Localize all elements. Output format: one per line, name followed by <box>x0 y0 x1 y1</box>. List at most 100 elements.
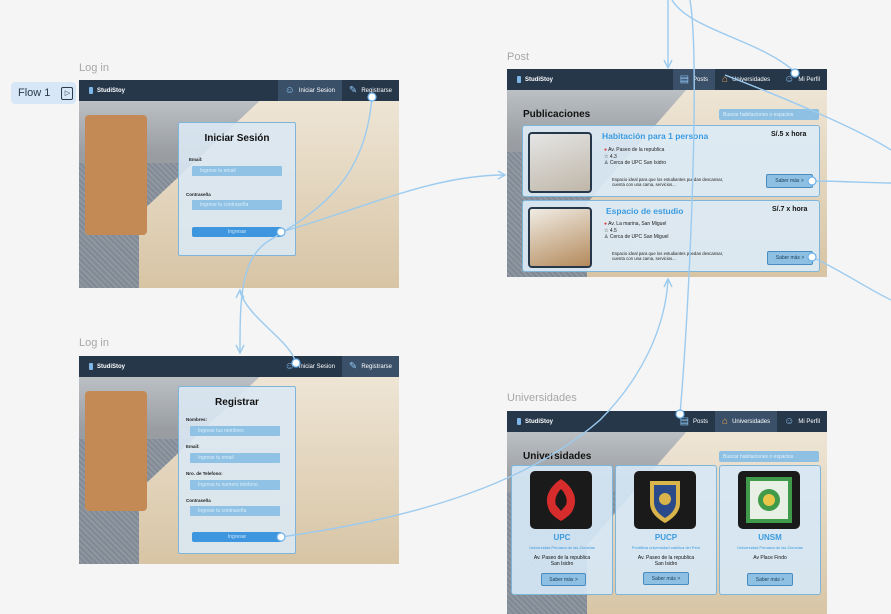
nav-register-label: Registrarse <box>361 363 392 370</box>
connector-line <box>239 291 297 364</box>
password-field[interactable]: Ingrese tu contraseña <box>190 506 280 516</box>
chair-image <box>85 391 147 511</box>
post-title[interactable]: Espacio de estudio <box>606 206 683 216</box>
register-icon: ✎ <box>348 84 358 96</box>
login-card: Iniciar Sesión Email: Ingrese tu email C… <box>178 122 296 256</box>
play-frame-icon: ▷ <box>61 86 74 100</box>
search-input[interactable]: Buscar habitaciones o espacios <box>719 109 819 120</box>
university-card[interactable]: UPC Universidad Peruana de las Ciencias … <box>511 465 613 595</box>
nav-profile[interactable]: ☺ Mi Perfil <box>777 411 827 432</box>
universities-title: Universidades <box>523 451 592 462</box>
search-input[interactable]: Buscar habitaciones o espacios <box>719 451 819 462</box>
post-more-button[interactable]: Saber más > <box>767 251 813 265</box>
main-navbar: StudiStoy ▤ Posts ⌂ Universidades ☺ Mi Perf… <box>507 69 827 90</box>
connector-line <box>671 0 796 73</box>
user-icon: ☺ <box>284 360 295 372</box>
arrow-head <box>663 277 673 288</box>
upc-logo-icon <box>530 471 592 529</box>
password-placeholder: Ingrese tu contraseña <box>198 508 247 514</box>
brand[interactable]: StudiStoy <box>517 76 553 83</box>
post-address: Av. Paseo de la republica <box>608 147 665 153</box>
university-card[interactable]: UNSM Universidad Peruana de las Ciencias… <box>719 465 821 595</box>
nav-profile[interactable]: ☺ Mi Perfil <box>777 69 827 90</box>
university-more-button[interactable]: Saber más > <box>541 573 586 586</box>
brand[interactable]: StudiStoy <box>517 418 553 425</box>
frame-label-universities: Universidades <box>507 392 577 404</box>
university-more-button[interactable]: Saber más > <box>643 572 689 585</box>
university-address: Av. Paseo de la republica San Isidro <box>512 555 612 567</box>
register-submit-button[interactable]: Ingresar <box>192 532 282 542</box>
post-price: S/.5 x hora <box>771 131 807 138</box>
arrow-head <box>235 344 245 355</box>
email-label: Email: <box>186 444 200 449</box>
user-icon: ☺ <box>784 415 795 427</box>
university-full-name: Pontificia universidad católica del Perú <box>631 545 701 550</box>
post-title[interactable]: Habitación para 1 persona <box>602 131 708 141</box>
brand[interactable]: StudiStoy <box>89 87 125 94</box>
post-card[interactable]: Espacio de estudio S/.7 x hora ● Av. La … <box>522 200 820 272</box>
search-placeholder: Buscar habitaciones o espacios <box>723 111 794 118</box>
university-full-name: Universidad Peruana de las Ciencias <box>737 545 803 550</box>
brand-logo-icon <box>89 363 93 370</box>
password-field[interactable]: Ingrese tu contraseña <box>192 200 282 210</box>
phone-placeholder: Ingresa tu numero telefono <box>198 482 258 488</box>
post-thumbnail <box>528 132 592 193</box>
post-price: S/.7 x hora <box>772 206 808 213</box>
login-submit-button[interactable]: Ingresar <box>192 227 282 237</box>
brand-logo-icon <box>517 76 521 83</box>
flow-start-tag[interactable]: Flow 1 ▷ <box>11 82 76 104</box>
post-near: Cerca de UPC San Isidro <box>609 160 667 166</box>
university-short-name[interactable]: UPC <box>512 533 612 542</box>
university-more-button[interactable]: Saber más > <box>747 573 793 586</box>
post-more-button[interactable]: Saber más > <box>766 174 813 188</box>
nav-posts[interactable]: ▤ Posts <box>672 69 716 90</box>
university-address: Av. Paseo de la republica San Isidro <box>616 555 716 567</box>
unsm-logo-icon <box>738 471 800 529</box>
unsm-logo-icon <box>738 471 800 529</box>
auth-navbar: StudiStoy ☺ Iniciar Sesion ✎ Registrarse <box>79 80 399 101</box>
nav-profile-label: Mi Perfil <box>798 76 820 83</box>
nav-login[interactable]: ☺ Iniciar Sesion <box>278 356 342 377</box>
arrow-head <box>663 59 673 70</box>
posts-icon: ▤ <box>679 415 690 427</box>
universities-frame: StudiStoy ▤ Posts ⌂ Universidades ☺ Mi Perf… <box>507 411 827 614</box>
university-short-name[interactable]: PUCP <box>616 533 716 542</box>
brand-logo-icon <box>89 87 93 94</box>
post-card[interactable]: Habitación para 1 persona S/.5 x hora ● … <box>522 125 820 197</box>
nav-universities[interactable]: ⌂ Universidades <box>715 411 778 432</box>
post-info: ● Av. Paseo de la republica ☆ 4.3 ♙ Cerc… <box>604 147 666 167</box>
name-label: Nombres: <box>186 417 208 422</box>
brand[interactable]: StudiStoy <box>89 363 125 370</box>
email-field[interactable]: Ingrese tu email <box>192 166 282 176</box>
post-rating: 4.3 <box>609 153 617 160</box>
nav-register[interactable]: ✎ Registrarse <box>341 356 399 377</box>
pucp-logo-icon <box>634 471 696 529</box>
nav-profile-label: Mi Perfil <box>798 418 820 425</box>
register-card: Registrar Nombres: Ingrese tus nombres E… <box>178 386 296 554</box>
flow-label: Flow 1 <box>18 87 51 99</box>
email-placeholder: Ingrese tu email <box>200 168 236 174</box>
address-line1: Av Place Findo <box>753 555 787 561</box>
posts-title: Publicaciones <box>523 109 591 120</box>
brand-name: StudiStoy <box>97 87 125 94</box>
arrow-head <box>235 288 245 299</box>
university-address: Av Place Findo <box>720 555 820 561</box>
nav-login[interactable]: ☺ Iniciar Sesion <box>277 80 342 101</box>
upc-logo-icon <box>530 471 592 529</box>
email-label: Email: <box>189 157 203 162</box>
frame-label-register: Log in <box>79 337 109 349</box>
post-description: Espacio ideal para que los estudiantes p… <box>612 251 724 261</box>
university-short-name[interactable]: UNSM <box>720 533 820 542</box>
university-card[interactable]: PUCP Pontificia universidad católica del… <box>615 465 717 595</box>
email-field[interactable]: Ingrese tu email <box>190 453 280 463</box>
nav-register[interactable]: ✎ Registrarse <box>342 80 399 101</box>
nav-login-label: Iniciar Sesion <box>298 363 335 370</box>
phone-field[interactable]: Ingresa tu numero telefono <box>190 480 280 490</box>
register-icon: ✎ <box>348 360 358 372</box>
nav-posts[interactable]: ▤ Posts <box>673 411 715 432</box>
register-title: Registrar <box>215 397 259 408</box>
nav-universities[interactable]: ⌂ Universidades <box>715 69 777 90</box>
address-line2: San Isidro <box>550 561 574 567</box>
name-field[interactable]: Ingrese tus nombres <box>190 426 280 436</box>
post-thumbnail <box>528 207 592 268</box>
